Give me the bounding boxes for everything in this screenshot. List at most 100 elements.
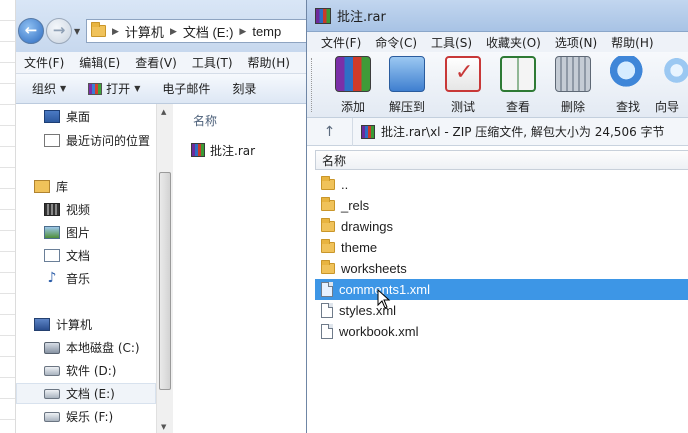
nav-item-music[interactable]: ♪ 音乐 <box>16 268 156 289</box>
view-book-icon <box>500 56 536 92</box>
folder-icon <box>321 260 335 274</box>
test-button[interactable]: 测试 <box>435 56 491 114</box>
recent-places-icon <box>44 134 60 147</box>
documents-icon <box>44 249 60 262</box>
delete-label: 删除 <box>560 100 585 114</box>
music-note-icon: ♪ <box>47 270 57 286</box>
menu-help[interactable]: 帮助(H) <box>248 54 298 71</box>
list-item-folder[interactable]: worksheets <box>315 258 688 279</box>
organize-button[interactable]: 组织 ▼ <box>32 80 66 97</box>
list-item-parent[interactable]: .. <box>315 174 688 195</box>
menu-options[interactable]: 选项(N) <box>555 34 597 51</box>
forward-button[interactable]: → <box>46 18 72 44</box>
list-item-folder[interactable]: theme <box>315 237 688 258</box>
nav-item-documents[interactable]: 文档 <box>16 245 156 266</box>
nav-item-label: 软件 (D:) <box>66 364 117 378</box>
nav-item-desktop[interactable]: 桌面 <box>16 106 156 127</box>
scroll-up-icon[interactable]: ▲ <box>161 108 166 116</box>
menu-tools[interactable]: 工具(S) <box>431 34 472 51</box>
navigation-scrollbar[interactable]: ▲ ▼ <box>156 104 173 433</box>
wizard-button[interactable]: 向导 <box>655 56 688 114</box>
view-button[interactable]: 查看 <box>490 56 546 114</box>
menu-edit[interactable]: 编辑(E) <box>79 54 128 71</box>
address-bar[interactable]: ▶ 计算机 ▶ 文档 (E:) ▶ temp <box>86 19 314 43</box>
nav-item-video[interactable]: 视频 <box>16 199 156 220</box>
back-button[interactable]: ← <box>18 18 44 44</box>
list-item-file-selected[interactable]: comments1.xml <box>315 279 688 300</box>
add-button[interactable]: 添加 <box>325 56 381 114</box>
file-list-header: 名称 <box>315 150 688 170</box>
rar-archive-icon <box>361 124 375 139</box>
burn-label: 刻录 <box>232 82 257 96</box>
add-archive-icon <box>335 56 371 92</box>
breadcrumb-drive-e[interactable]: 文档 (E:) <box>183 22 234 41</box>
system-drive-icon <box>44 341 60 354</box>
winrar-path-bar: ↑ 批注.rar\xl - ZIP 压缩文件, 解包大小为 24,506 字节 <box>307 117 688 146</box>
drive-icon <box>44 365 60 376</box>
explorer-menu-bar: 文件(F) 编辑(E) 查看(V) 工具(T) 帮助(H) <box>16 52 316 74</box>
folder-icon <box>321 218 335 232</box>
menu-file[interactable]: 文件(F) <box>321 34 361 51</box>
file-list-pane: 名称 批注.rar <box>173 104 316 433</box>
email-button[interactable]: 电子邮件 <box>162 80 210 97</box>
view-label: 查看 <box>505 100 530 114</box>
winrar-window: 批注.rar 文件(F) 命令(C) 工具(S) 收藏夹(O) 选项(N) 帮助… <box>306 0 688 433</box>
file-item[interactable]: 批注.rar <box>191 140 316 160</box>
scrollbar-thumb[interactable] <box>159 172 171 390</box>
organize-label: 组织 <box>32 82 57 96</box>
history-dropdown-icon[interactable]: ▼ <box>74 27 80 36</box>
column-header-name[interactable]: 名称 <box>322 152 346 169</box>
find-label: 查找 <box>615 100 640 114</box>
winrar-title-bar[interactable]: 批注.rar <box>307 0 688 32</box>
nav-item-library[interactable]: 库 <box>16 176 156 197</box>
folder-icon <box>321 197 335 211</box>
breadcrumb-temp[interactable]: temp <box>252 24 281 39</box>
breadcrumb-separator-icon[interactable]: ▶ <box>112 26 119 37</box>
video-icon <box>44 203 60 216</box>
menu-commands[interactable]: 命令(C) <box>375 34 417 51</box>
list-item-file[interactable]: workbook.xml <box>315 321 688 342</box>
nav-item-drive-e[interactable]: 文档 (E:) <box>16 383 156 404</box>
archive-file-list: .. _rels drawings theme worksheets comme… <box>315 172 688 433</box>
column-header-name[interactable]: 名称 <box>193 112 217 129</box>
menu-view[interactable]: 查看(V) <box>135 54 185 71</box>
toolbar-grip[interactable] <box>311 58 314 112</box>
open-button[interactable]: 打开 ▼ <box>88 80 140 97</box>
nav-item-label: 最近访问的位置 <box>66 134 151 148</box>
breadcrumb-computer[interactable]: 计算机 <box>125 22 164 41</box>
archive-path[interactable]: 批注.rar\xl - ZIP 压缩文件, 解包大小为 24,506 字节 <box>353 123 665 140</box>
scroll-down-icon[interactable]: ▼ <box>161 423 166 431</box>
winrar-toolbar: 添加 解压到 测试 查看 删除 查找 向导 <box>307 52 688 118</box>
pictures-icon <box>44 226 60 239</box>
find-button[interactable]: 查找 <box>600 56 656 114</box>
breadcrumb-separator-icon[interactable]: ▶ <box>170 26 177 37</box>
trash-can-icon <box>555 56 591 92</box>
nav-item-pictures[interactable]: 图片 <box>16 222 156 243</box>
nav-item-drive-d[interactable]: 软件 (D:) <box>16 360 156 381</box>
nav-item-drive-f[interactable]: 娱乐 (F:) <box>16 406 156 427</box>
list-item-folder[interactable]: _rels <box>315 195 688 216</box>
list-item-file[interactable]: styles.xml <box>315 300 688 321</box>
folder-icon <box>91 22 106 37</box>
list-item-folder[interactable]: drawings <box>315 216 688 237</box>
winrar-app-icon <box>315 7 331 24</box>
entry-name: theme <box>341 240 378 255</box>
menu-favorites[interactable]: 收藏夹(O) <box>486 34 541 51</box>
burn-button[interactable]: 刻录 <box>232 80 256 97</box>
forward-arrow-icon: → <box>52 21 66 39</box>
entry-name: workbook.xml <box>339 324 419 339</box>
drive-icon <box>44 411 60 422</box>
test-checklist-icon <box>445 56 481 92</box>
nav-item-recent[interactable]: 最近访问的位置 <box>16 130 156 151</box>
breadcrumb-separator-icon[interactable]: ▶ <box>239 26 246 37</box>
nav-item-label: 库 <box>56 180 69 194</box>
extract-button[interactable]: 解压到 <box>379 56 435 114</box>
menu-tools[interactable]: 工具(T) <box>192 54 241 71</box>
nav-item-drive-c[interactable]: 本地磁盘 (C:) <box>16 337 156 358</box>
delete-button[interactable]: 删除 <box>545 56 601 114</box>
nav-item-computer[interactable]: 计算机 <box>16 314 156 335</box>
menu-file[interactable]: 文件(F) <box>24 54 72 71</box>
menu-help[interactable]: 帮助(H) <box>611 34 653 51</box>
archive-path-text: 批注.rar\xl - ZIP 压缩文件, 解包大小为 24,506 字节 <box>381 125 665 139</box>
up-one-level-button[interactable]: ↑ <box>307 117 353 146</box>
